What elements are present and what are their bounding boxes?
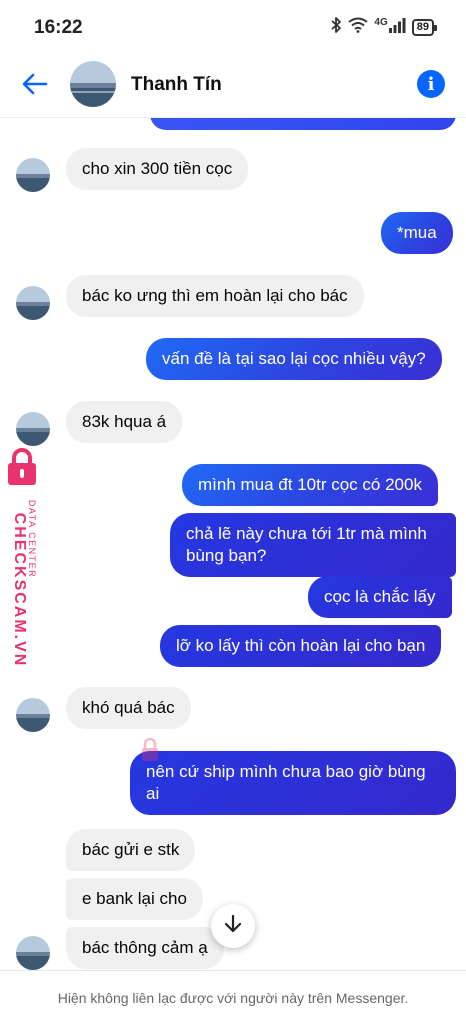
- message-bubble-outgoing[interactable]: chả lẽ này chưa tới 1tr mà mình bùng bạn…: [170, 513, 456, 577]
- faint-watermark: [140, 737, 290, 768]
- conversation-header: Thanh Tín i: [0, 56, 466, 118]
- back-button[interactable]: [18, 69, 52, 103]
- watermark-tagline: DATA CENTER: [25, 479, 39, 599]
- message-bubble-outgoing[interactable]: vấn đề là tại sao lại cọc nhiều vậy?: [146, 338, 442, 380]
- message-bubble-incoming[interactable]: cho xin 300 tiền cọc: [66, 148, 249, 190]
- info-icon[interactable]: i: [417, 70, 445, 98]
- message-bubble-incoming[interactable]: e bank lại cho: [66, 878, 203, 920]
- sender-avatar: [16, 412, 50, 446]
- wifi-icon: [348, 17, 369, 38]
- message-bubble-outgoing[interactable]: *mua: [381, 212, 453, 254]
- status-bar: 16:22 4G 89: [0, 0, 466, 56]
- sender-avatar: [16, 936, 50, 970]
- contact-name[interactable]: Thanh Tín: [131, 74, 222, 96]
- message-bubble-incoming[interactable]: bác thông cảm ạ: [66, 927, 224, 969]
- message-bubble-outgoing[interactable]: cọc là chắc lấy: [308, 576, 452, 618]
- status-icons: 4G 89: [330, 16, 438, 39]
- arrow-down-icon: [224, 914, 242, 939]
- status-time: 16:22: [34, 17, 83, 38]
- composer-unavailable-banner: Hiện không liên lạc được với người này t…: [0, 970, 466, 1024]
- message-bubble-incoming[interactable]: khó quá bác: [66, 687, 191, 729]
- previous-message-bubble: [150, 118, 456, 130]
- sender-avatar: [16, 158, 50, 192]
- bluetooth-icon: [330, 16, 342, 39]
- sender-avatar: [16, 286, 50, 320]
- scroll-to-bottom-button[interactable]: [211, 904, 255, 948]
- sender-avatar: [16, 698, 50, 732]
- unavailable-notice: Hiện không liên lạc được với người này t…: [57, 989, 409, 1006]
- signal-icon: [388, 17, 406, 38]
- message-bubble-outgoing[interactable]: lỡ ko lấy thì còn hoàn lại cho bạn: [160, 625, 442, 667]
- message-bubble-incoming[interactable]: 83k hqua á: [66, 401, 183, 443]
- message-bubble-incoming[interactable]: bác ko ưng thì em hoàn lại cho bác: [66, 275, 364, 317]
- battery-level: 89: [416, 21, 429, 33]
- message-bubble-incoming[interactable]: bác gửi e stk: [66, 829, 196, 871]
- watermark-tagline-text: DATA CENTER: [27, 499, 37, 579]
- message-list[interactable]: cho xin 300 tiền cọc *mua bác ko ưng thì…: [0, 118, 466, 970]
- message-bubble-outgoing[interactable]: mình mua đt 10tr cọc có 200k: [182, 464, 438, 506]
- lock-icon: [142, 737, 158, 761]
- battery-indicator: 89: [411, 18, 438, 36]
- network-type: 4G: [374, 16, 388, 28]
- contact-avatar[interactable]: [70, 61, 116, 107]
- arrow-left-icon: [22, 73, 48, 100]
